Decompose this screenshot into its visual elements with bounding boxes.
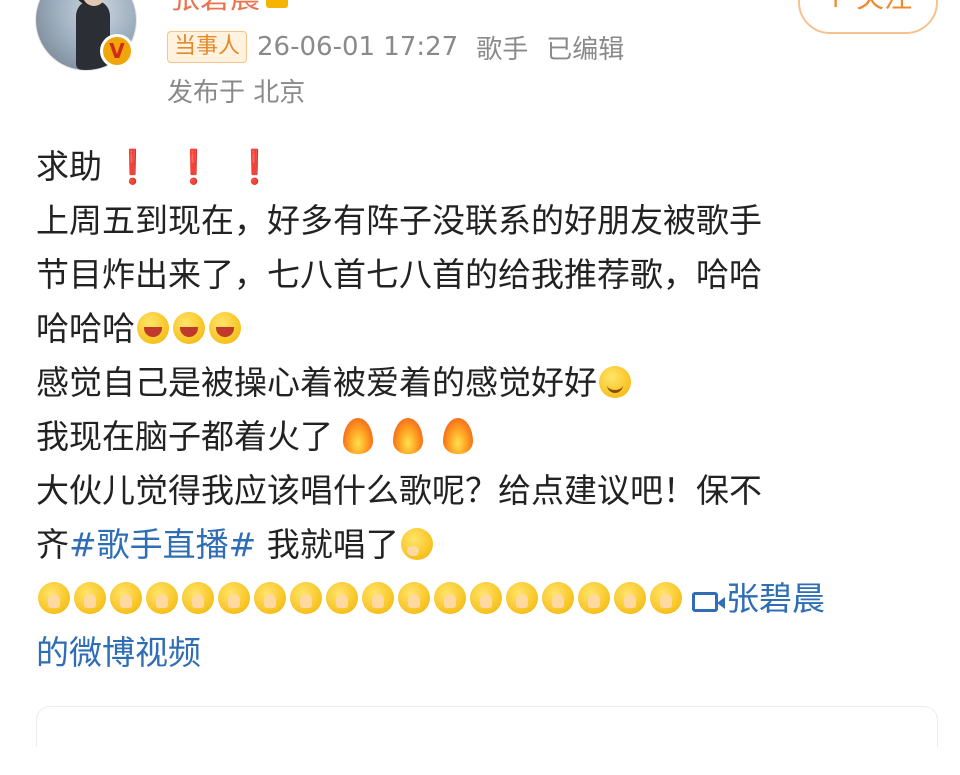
praying-emoji-icon	[506, 582, 538, 614]
praying-emoji-icon	[146, 582, 178, 614]
laughing-emoji-icon	[137, 312, 169, 344]
post-line-8: 齐#歌手直播# 我就唱了	[36, 518, 926, 572]
post-line-4: 哈哈哈	[36, 302, 926, 356]
post-text-8b: 我就唱了	[256, 525, 399, 564]
praying-emoji-icon	[362, 582, 394, 614]
post-text-4: 哈哈哈	[36, 309, 135, 348]
post-line-3: 节目炸出来了，七八首七八首的给我推荐歌，哈哈	[36, 255, 762, 294]
verified-badge-icon: V	[100, 34, 134, 68]
praying-emoji-icon	[74, 582, 106, 614]
exclamation-icon: ❗	[173, 147, 215, 186]
praying-emoji-icon	[110, 582, 142, 614]
post-line-7: 大伙儿觉得我应该唱什么歌呢？给点建议吧！保不	[36, 471, 762, 510]
fire-emoji-icon	[393, 418, 423, 454]
praying-emoji-icon	[614, 582, 646, 614]
video-link-text-2[interactable]: 的微博视频	[36, 633, 201, 672]
post-line-5: 感觉自己是被操心着被爱着的感觉好好	[36, 356, 926, 410]
timestamp: 26-06-01 17:27	[257, 32, 459, 62]
thinking-emoji-icon	[400, 528, 433, 560]
role-label: 歌手	[476, 34, 529, 65]
party-tag: 当事人	[167, 31, 248, 63]
post-line-1: 求助 ❗ ❗ ❗	[36, 140, 926, 194]
post-line-6: 我现在脑子都着火了	[36, 410, 926, 464]
edited-label[interactable]: 已编辑	[546, 29, 624, 66]
post-meta: 当事人 26-06-01 17:27 歌手 已编辑	[167, 29, 624, 66]
praying-emoji-icon	[38, 582, 70, 614]
praying-emoji-icon	[650, 582, 682, 614]
praying-emoji-icon	[398, 582, 430, 614]
post-text-8a: 齐	[36, 525, 69, 564]
username-text[interactable]: 张碧晨	[170, 0, 260, 16]
post-line-10: 的微博视频	[36, 626, 926, 680]
username[interactable]: 张碧晨	[170, 0, 288, 16]
post-body: 求助 ❗ ❗ ❗ 上周五到现在，好多有阵子没联系的好朋友被歌手 节目炸出来了，七八首七…	[36, 140, 926, 680]
follow-button[interactable]: + 关注	[798, 0, 938, 34]
praying-emoji-icon	[470, 582, 502, 614]
praying-emoji-icon	[290, 582, 322, 614]
video-link-text-1[interactable]: 张碧晨	[726, 579, 825, 618]
fire-emoji-icon	[343, 418, 373, 454]
praying-emoji-icon	[326, 582, 358, 614]
video-link[interactable]: 张碧晨	[692, 579, 825, 618]
exclamation-icon: ❗	[112, 147, 154, 186]
post-line-9: 张碧晨	[36, 572, 926, 626]
praying-emoji-icon	[578, 582, 610, 614]
post-line-2: 上周五到现在，好多有阵子没联系的好朋友被歌手	[36, 201, 762, 240]
praying-emoji-icon	[218, 582, 250, 614]
location: 发布于 北京	[167, 78, 306, 108]
post-text-6: 我现在脑子都着火了	[36, 417, 333, 456]
crown-icon	[266, 0, 288, 8]
praying-emoji-icon	[542, 582, 574, 614]
exclamation-icon: ❗	[234, 147, 276, 186]
praying-emoji-icon	[182, 582, 214, 614]
next-card-edge	[36, 706, 938, 747]
post-text-1: 求助	[36, 147, 102, 186]
post-text-5: 感觉自己是被操心着被爱着的感觉好好	[36, 363, 597, 402]
laughing-emoji-icon	[173, 312, 205, 344]
praying-emoji-icon	[434, 582, 466, 614]
laughing-emoji-icon	[209, 312, 241, 344]
happy-emoji-icon	[599, 366, 631, 398]
fire-emoji-icon	[443, 418, 473, 454]
video-icon	[692, 592, 725, 612]
praying-emoji-icon	[254, 582, 286, 614]
hashtag-link[interactable]: #歌手直播#	[69, 525, 256, 564]
